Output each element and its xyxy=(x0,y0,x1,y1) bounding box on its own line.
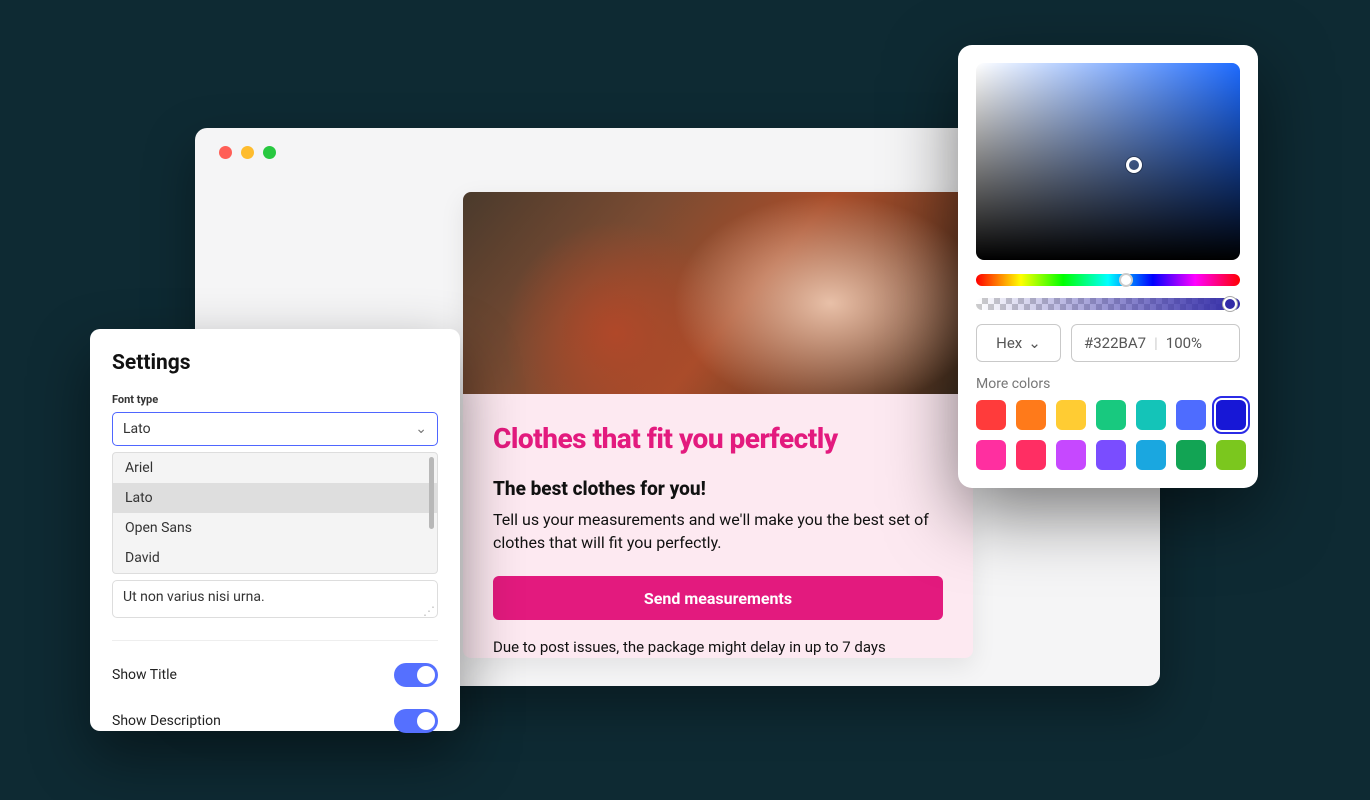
color-value-row: Hex ⌄ #322BA7 | 100% xyxy=(976,324,1240,362)
resize-handle-icon[interactable]: ⋰ xyxy=(423,607,433,615)
font-option[interactable]: Open Sans xyxy=(113,513,437,543)
maximize-window-icon[interactable] xyxy=(263,146,276,159)
color-swatch[interactable] xyxy=(1216,440,1246,470)
hex-opacity-separator: | xyxy=(1154,334,1158,352)
color-swatch[interactable] xyxy=(1096,440,1126,470)
color-swatch[interactable] xyxy=(1176,400,1206,430)
settings-panel: Settings Font type Lato ⌄ Ariel Lato Ope… xyxy=(90,329,460,731)
settings-divider xyxy=(112,640,438,641)
promo-card-subtitle: The best clothes for you! xyxy=(493,477,943,500)
sample-text-input[interactable]: Ut non varius nisi urna. ⋰ xyxy=(112,580,438,618)
font-option[interactable]: Ariel xyxy=(113,453,437,483)
font-option[interactable]: David xyxy=(113,543,437,573)
color-swatch[interactable] xyxy=(1136,440,1166,470)
color-swatch[interactable] xyxy=(1216,400,1246,430)
color-format-select[interactable]: Hex ⌄ xyxy=(976,324,1061,362)
color-swatch[interactable] xyxy=(1016,440,1046,470)
show-title-label: Show Title xyxy=(112,667,177,683)
color-swatch[interactable] xyxy=(1056,400,1086,430)
alpha-slider-handle-icon[interactable] xyxy=(1223,297,1237,311)
promo-card-title: Clothes that fit you perfectly xyxy=(493,422,943,455)
hex-value: #322BA7 xyxy=(1084,334,1146,352)
settings-title: Settings xyxy=(112,351,438,375)
promo-card-body: Clothes that fit you perfectly The best … xyxy=(463,394,973,658)
show-title-toggle[interactable] xyxy=(394,663,438,687)
saturation-value-handle-icon[interactable] xyxy=(1126,157,1142,173)
promo-card-description: Tell us your measurements and we'll make… xyxy=(493,508,943,554)
color-value-input[interactable]: #322BA7 | 100% xyxy=(1071,324,1240,362)
alpha-slider[interactable] xyxy=(976,298,1240,310)
color-swatch[interactable] xyxy=(1096,400,1126,430)
show-title-row: Show Title xyxy=(112,663,438,687)
color-swatch[interactable] xyxy=(976,440,1006,470)
hue-slider-handle-icon[interactable] xyxy=(1119,273,1133,287)
promo-card-note: Due to post issues, the package might de… xyxy=(493,638,943,656)
chevron-down-icon: ⌄ xyxy=(415,421,427,437)
promo-card-image xyxy=(463,192,973,394)
color-swatch[interactable] xyxy=(1176,440,1206,470)
color-format-label: Hex xyxy=(996,334,1022,352)
sample-text-value: Ut non varius nisi urna. xyxy=(123,589,265,605)
color-swatch[interactable] xyxy=(976,400,1006,430)
chevron-down-icon: ⌄ xyxy=(1028,334,1041,352)
options-scrollbar[interactable] xyxy=(429,457,434,529)
opacity-value: 100% xyxy=(1166,334,1202,352)
color-swatch[interactable] xyxy=(1136,400,1166,430)
font-type-selected-value: Lato xyxy=(123,421,151,437)
send-measurements-button[interactable]: Send measurements xyxy=(493,576,943,620)
promo-card: Clothes that fit you perfectly The best … xyxy=(463,192,973,658)
font-type-label: Font type xyxy=(112,393,438,406)
saturation-value-area[interactable] xyxy=(976,63,1240,260)
show-description-row: Show Description xyxy=(112,709,438,733)
color-swatch[interactable] xyxy=(1016,400,1046,430)
more-colors-label: More colors xyxy=(976,376,1240,392)
font-option[interactable]: Lato xyxy=(113,483,437,513)
font-type-options: Ariel Lato Open Sans David xyxy=(112,452,438,574)
color-swatches xyxy=(976,400,1240,470)
font-type-select[interactable]: Lato ⌄ xyxy=(112,412,438,446)
color-picker: Hex ⌄ #322BA7 | 100% More colors xyxy=(958,45,1258,488)
minimize-window-icon[interactable] xyxy=(241,146,254,159)
show-description-toggle[interactable] xyxy=(394,709,438,733)
hue-slider[interactable] xyxy=(976,274,1240,286)
color-swatch[interactable] xyxy=(1056,440,1086,470)
close-window-icon[interactable] xyxy=(219,146,232,159)
show-description-label: Show Description xyxy=(112,713,221,729)
